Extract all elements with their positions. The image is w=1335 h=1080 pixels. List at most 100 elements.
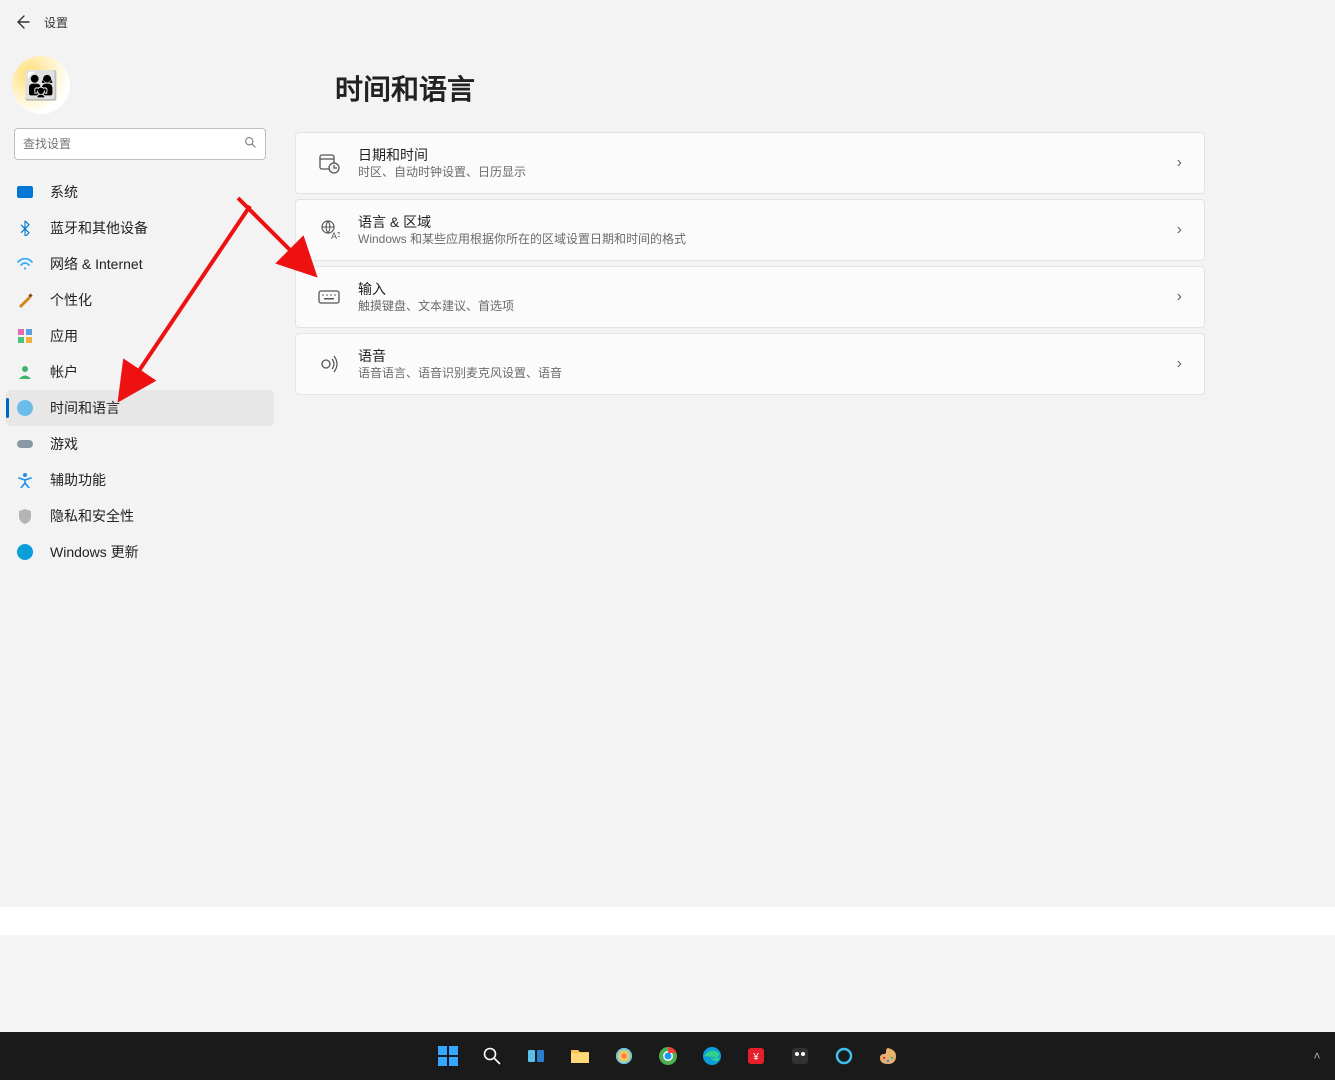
sidebar-item-windows-update[interactable]: Windows 更新: [6, 534, 274, 570]
sidebar-item-personalization[interactable]: 个性化: [6, 282, 274, 318]
taskbar-cortana-button[interactable]: [826, 1038, 862, 1074]
system-tray: ˄: [1305, 1032, 1329, 1080]
task-view-icon: [526, 1046, 546, 1066]
taskbar-search-button[interactable]: [474, 1038, 510, 1074]
globe-language-icon: A字: [318, 219, 340, 241]
taskbar-github-app-button[interactable]: [782, 1038, 818, 1074]
taskbar-red-app-button[interactable]: ¥: [738, 1038, 774, 1074]
sidebar-item-bluetooth[interactable]: 蓝牙和其他设备: [6, 210, 274, 246]
card-language-region[interactable]: A字 语言 & 区域 Windows 和某些应用根据你所在的区域设置日期和时间的…: [295, 199, 1205, 261]
speech-icon: [318, 353, 340, 375]
chevron-right-icon: ›: [1177, 355, 1182, 373]
header-title: 设置: [44, 14, 68, 31]
taskbar-task-view-button[interactable]: [518, 1038, 554, 1074]
window-gap: [0, 907, 1335, 935]
card-date-time[interactable]: 日期和时间 时区、自动时钟设置、日历显示 ›: [295, 132, 1205, 194]
sidebar-item-label: 蓝牙和其他设备: [50, 218, 148, 238]
chevron-right-icon: ›: [1177, 221, 1182, 239]
sidebar-item-network[interactable]: 网络 & Internet: [6, 246, 274, 282]
search-wrap: [0, 128, 280, 174]
sidebar-item-label: 系统: [50, 182, 78, 202]
sidebar-item-label: 帐户: [50, 362, 78, 382]
settings-cards: 日期和时间 时区、自动时钟设置、日历显示 › A字 语言 & 区域 Window…: [295, 132, 1325, 395]
card-subtitle: 时区、自动时钟设置、日历显示: [358, 164, 1159, 180]
accessibility-icon: [16, 471, 34, 489]
card-title: 输入: [358, 280, 1159, 298]
back-arrow-icon: [14, 14, 30, 30]
search-input[interactable]: [23, 137, 238, 151]
back-button[interactable]: [12, 12, 32, 32]
sidebar-item-accounts[interactable]: 帐户: [6, 354, 274, 390]
sidebar-item-accessibility[interactable]: 辅助功能: [6, 462, 274, 498]
sidebar-item-gaming[interactable]: 游戏: [6, 426, 274, 462]
chevron-right-icon: ›: [1177, 154, 1182, 172]
start-button[interactable]: [430, 1038, 466, 1074]
sidebar-item-label: 隐私和安全性: [50, 506, 134, 526]
sidebar-item-system[interactable]: 系统: [6, 174, 274, 210]
keyboard-icon: [318, 286, 340, 308]
edge-icon: [702, 1046, 722, 1066]
sidebar-item-label: 网络 & Internet: [50, 254, 143, 274]
accounts-icon: [16, 363, 34, 381]
calendar-clock-icon: [318, 152, 340, 174]
gaming-icon: [16, 435, 34, 453]
card-subtitle: 语音语言、语音识别麦克风设置、语音: [358, 365, 1159, 381]
sidebar: 👨‍👩‍👧 系统 蓝牙和其他设备: [0, 44, 280, 576]
card-title: 日期和时间: [358, 146, 1159, 164]
header: 设置: [0, 0, 1335, 44]
card-input[interactable]: 输入 触摸键盘、文本建议、首选项 ›: [295, 266, 1205, 328]
taskbar-chrome-button[interactable]: [650, 1038, 686, 1074]
taskbar-paint-button[interactable]: [870, 1038, 906, 1074]
search-icon: [244, 136, 257, 152]
card-subtitle: Windows 和某些应用根据你所在的区域设置日期和时间的格式: [358, 231, 1159, 247]
card-text: 输入 触摸键盘、文本建议、首选项: [358, 280, 1159, 314]
chrome-icon: [658, 1046, 678, 1066]
apps-icon: [16, 327, 34, 345]
search-icon: [482, 1046, 502, 1066]
svg-text:A字: A字: [331, 230, 340, 241]
time-language-icon: [16, 399, 34, 417]
nav: 系统 蓝牙和其他设备 网络 & Internet 个性化: [0, 174, 280, 570]
personalization-icon: [16, 291, 34, 309]
network-icon: [16, 255, 34, 273]
paint-icon: [878, 1046, 898, 1066]
sidebar-item-time-language[interactable]: 时间和语言: [6, 390, 274, 426]
search-box[interactable]: [14, 128, 266, 160]
sidebar-item-label: 应用: [50, 326, 78, 346]
system-icon: [16, 183, 34, 201]
start-icon: [437, 1045, 459, 1067]
taskbar-chat-button[interactable]: [606, 1038, 642, 1074]
chat-icon: [614, 1046, 634, 1066]
card-subtitle: 触摸键盘、文本建议、首选项: [358, 298, 1159, 314]
avatar-icon: 👨‍👩‍👧: [12, 56, 70, 114]
card-text: 语言 & 区域 Windows 和某些应用根据你所在的区域设置日期和时间的格式: [358, 213, 1159, 247]
svg-text:¥: ¥: [752, 1052, 759, 1063]
sidebar-item-privacy[interactable]: 隐私和安全性: [6, 498, 274, 534]
sidebar-item-label: 个性化: [50, 290, 92, 310]
card-text: 日期和时间 时区、自动时钟设置、日历显示: [358, 146, 1159, 180]
card-speech[interactable]: 语音 语音语言、语音识别麦克风设置、语音 ›: [295, 333, 1205, 395]
privacy-icon: [16, 507, 34, 525]
sidebar-item-label: 辅助功能: [50, 470, 106, 490]
user-avatar-section[interactable]: 👨‍👩‍👧: [0, 50, 280, 128]
cortana-icon: [834, 1046, 854, 1066]
sidebar-item-label: 时间和语言: [50, 398, 120, 418]
card-title: 语音: [358, 347, 1159, 365]
tray-overflow-button[interactable]: ˄: [1305, 1038, 1329, 1074]
taskbar-file-explorer-button[interactable]: [562, 1038, 598, 1074]
red-app-icon: ¥: [746, 1046, 766, 1066]
taskbar-edge-button[interactable]: [694, 1038, 730, 1074]
chevron-right-icon: ›: [1177, 288, 1182, 306]
card-text: 语音 语音语言、语音识别麦克风设置、语音: [358, 347, 1159, 381]
settings-window: 设置 👨‍👩‍👧 系统 蓝牙和其他设备: [0, 0, 1335, 907]
main-content: 时间和语言 日期和时间 时区、自动时钟设置、日历显示 › A字 语言 & 区域: [295, 44, 1325, 395]
github-app-icon: [790, 1046, 810, 1066]
chevron-up-icon: ˄: [1313, 1049, 1320, 1063]
sidebar-item-apps[interactable]: 应用: [6, 318, 274, 354]
sidebar-item-label: Windows 更新: [50, 542, 139, 562]
page-title: 时间和语言: [335, 68, 1325, 108]
file-explorer-icon: [570, 1047, 590, 1065]
sidebar-item-label: 游戏: [50, 434, 78, 454]
taskbar: ¥ ˄: [0, 1032, 1335, 1080]
bluetooth-icon: [16, 219, 34, 237]
